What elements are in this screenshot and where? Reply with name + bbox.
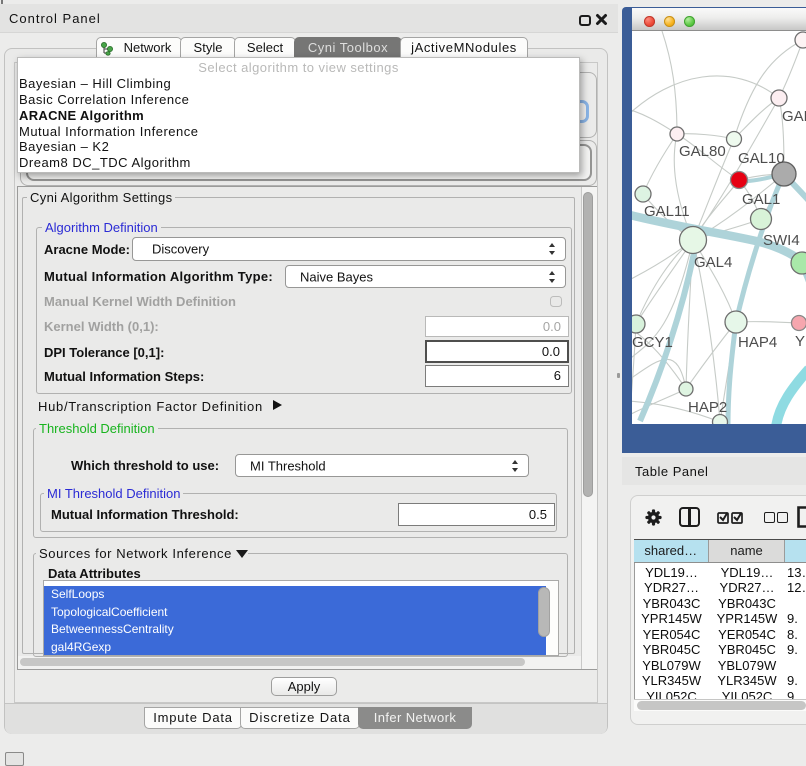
svg-text:Y: Y <box>795 333 805 350</box>
svg-text:HAP4: HAP4 <box>738 334 777 351</box>
svg-text:GAL80: GAL80 <box>679 143 726 160</box>
svg-text:GCY1: GCY1 <box>632 334 673 351</box>
svg-text:GAL4: GAL4 <box>694 254 732 271</box>
svg-text:HAP2: HAP2 <box>688 399 727 416</box>
svg-text:GAL1: GAL1 <box>742 191 780 208</box>
svg-text:SWI4: SWI4 <box>763 232 800 249</box>
svg-text:GAL10: GAL10 <box>738 150 785 167</box>
svg-text:GAL7: GAL7 <box>782 108 806 125</box>
svg-text:GAL11: GAL11 <box>644 203 690 220</box>
